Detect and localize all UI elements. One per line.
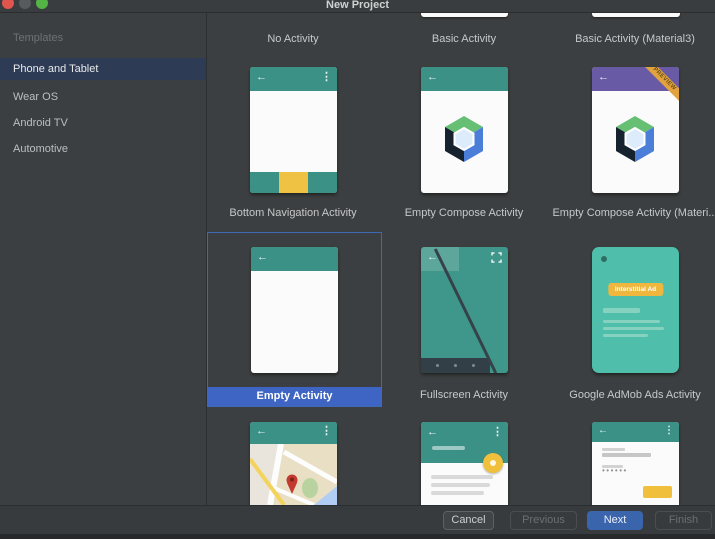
jetpack-compose-logo-icon [442,115,486,163]
template-label-basic-activity-material3: Basic Activity (Material3) [545,33,715,45]
mock-appbar: ← [421,67,508,91]
template-label-basic-activity: Basic Activity [374,33,554,45]
sidebar: Templates Phone and Tablet Wear OS Andro… [0,13,207,505]
template-label-google-admob-ads-activity: Google AdMob Ads Activity [545,389,715,401]
template-card-empty-activity-selected[interactable]: ← Empty Activity [207,232,382,407]
sidebar-item-automotive[interactable]: Automotive [0,138,206,160]
kebab-menu-icon: ⋮ [321,71,332,83]
titlebar: New Project [0,0,715,13]
template-card-empty-compose-activity[interactable]: ← [421,67,508,193]
kebab-menu-icon: ⋮ [492,426,503,438]
jetpack-compose-logo-icon [613,115,657,163]
dialog-footer: Cancel Previous Next Finish [0,505,715,539]
interstitial-ad-badge: Interstitial Ad [608,283,663,296]
kebab-menu-icon: ⋮ [321,425,332,437]
preview-ribbon: PREVIEW [635,67,679,111]
sidebar-header: Templates [13,32,63,44]
mock-phone: ← [251,247,338,373]
template-card-fullscreen-activity[interactable]: ← [421,247,508,373]
kebab-menu-icon: ⋮ [664,425,674,437]
sidebar-item-phone-and-tablet[interactable]: Phone and Tablet [0,58,206,80]
template-label-bottom-navigation-activity: Bottom Navigation Activity [203,207,383,219]
back-arrow-icon: ← [427,71,438,83]
back-arrow-icon: ← [598,71,609,83]
previous-button[interactable]: Previous [510,511,577,530]
template-label-empty-compose-activity-material3: Empty Compose Activity (Materi... [545,207,715,219]
mock-login-button [643,486,672,498]
back-arrow-icon: ← [598,425,608,437]
template-card-basic-views-activity[interactable]: ← ⋮ [421,422,508,505]
password-dots: •••••• [602,466,628,475]
template-label-no-activity: No Activity [203,33,383,45]
next-button[interactable]: Next [587,511,643,530]
template-card-google-maps-activity[interactable]: ← ⋮ [250,422,337,505]
back-arrow-icon: ← [256,71,267,83]
mock-nav-bar [421,358,490,373]
template-card-bottom-navigation-activity[interactable]: ← ⋮ [250,67,337,193]
fullscreen-icon [491,252,502,263]
finish-button[interactable]: Finish [655,511,712,530]
mock-appbar: ← ⋮ [592,422,679,442]
mock-appbar: ← ⋮ [250,422,337,444]
sidebar-item-android-tv[interactable]: Android TV [0,112,206,134]
selected-template-label: Empty Activity [208,387,381,406]
sidebar-item-wear-os[interactable]: Wear OS [0,86,206,108]
mock-bottom-nav [250,172,337,193]
mock-title-placeholder [432,446,465,450]
mock-dot [601,256,607,262]
back-arrow-icon: ← [427,426,438,438]
template-card-empty-compose-activity-material3[interactable]: ← PREVIEW [592,67,679,193]
template-label-empty-compose-activity: Empty Compose Activity [374,207,554,219]
template-card-login-activity[interactable]: ← ⋮ •••••• [592,422,679,505]
back-arrow-icon: ← [257,251,268,263]
cancel-button[interactable]: Cancel [443,511,494,530]
template-label-fullscreen-activity: Fullscreen Activity [374,389,554,401]
back-arrow-icon: ← [256,425,267,437]
fab-icon [483,453,503,473]
template-card-google-admob-ads-activity[interactable]: Interstitial Ad [592,247,679,373]
window-title: New Project [0,0,715,11]
mock-appbar: ← [251,247,338,271]
diagonal-line [434,248,497,373]
mock-appbar: ← ⋮ [250,67,337,91]
map-graphic [250,444,337,505]
new-project-dialog: New Project Templates Phone and Tablet W… [0,0,715,539]
